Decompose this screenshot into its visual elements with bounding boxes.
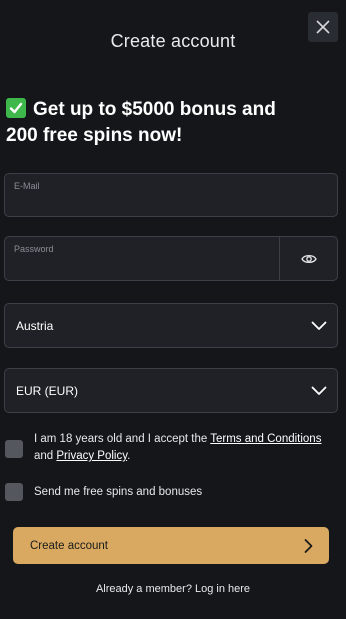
currency-value: EUR (EUR)	[16, 383, 78, 398]
terms-link[interactable]: Terms and Conditions	[210, 433, 321, 445]
age-consent-checkbox[interactable]	[5, 440, 23, 458]
password-visibility-toggle[interactable]	[279, 237, 337, 280]
country-select[interactable]: Austria	[4, 303, 338, 348]
login-link[interactable]: Already a member? Log in here	[0, 583, 346, 595]
currency-select[interactable]: EUR (EUR)	[4, 368, 338, 413]
marketing-consent-text: Send me free spins and bonuses	[34, 486, 203, 498]
age-consent-text-middle: and	[34, 450, 57, 462]
dialog-title: Create account	[110, 31, 236, 51]
promo-line-2: 200 free spins now!	[6, 125, 183, 146]
password-field[interactable]: Password	[4, 236, 338, 281]
create-account-label: Create account	[30, 539, 108, 552]
check-mark-icon	[6, 98, 26, 118]
promo-banner: Get up to $5000 bonus and 200 free spins…	[6, 97, 336, 149]
promo-line-1: Get up to $5000 bonus and	[33, 99, 276, 120]
age-consent-text-after: .	[127, 450, 131, 462]
eye-icon	[300, 254, 317, 263]
age-consent-text-before: I am 18 years old and I accept the	[34, 433, 211, 445]
email-field[interactable]: E-Mail	[4, 173, 338, 217]
marketing-consent-checkbox[interactable]	[5, 483, 23, 501]
age-consent-text: I am 18 years old and I accept the Terms…	[34, 431, 334, 465]
chevron-right-icon	[304, 538, 313, 553]
chevron-down-icon	[311, 321, 327, 330]
chevron-down-icon	[311, 386, 327, 395]
password-input[interactable]	[5, 237, 280, 280]
country-value: Austria	[16, 318, 54, 333]
create-account-button[interactable]: Create account	[13, 527, 329, 564]
email-input[interactable]	[5, 174, 337, 216]
privacy-link[interactable]: Privacy Policy	[56, 450, 127, 462]
